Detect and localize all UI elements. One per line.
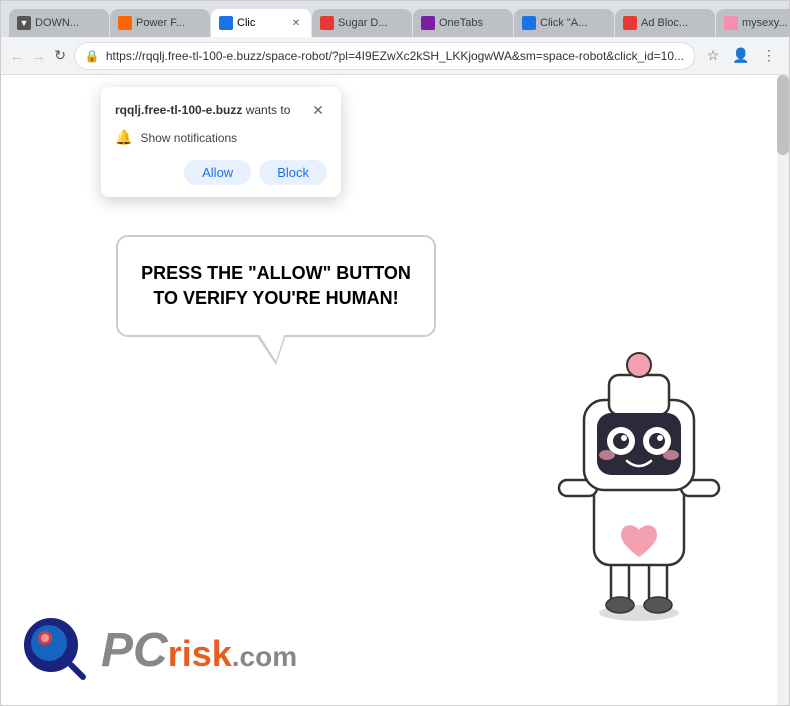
tab-7-label: Ad Bloc... bbox=[641, 17, 707, 29]
block-button[interactable]: Block bbox=[259, 160, 327, 185]
forward-button[interactable]: → bbox=[31, 44, 47, 68]
tab-6-favicon bbox=[522, 16, 536, 30]
tab-8-label: mysexy... bbox=[742, 17, 790, 29]
scrollbar[interactable] bbox=[777, 75, 789, 705]
notification-popup: rqqlj.free-tl-100-e.buzz wants to ✕ 🔔 Sh… bbox=[101, 87, 341, 197]
tab-6[interactable]: Click "A... bbox=[514, 9, 614, 37]
popup-header: rqqlj.free-tl-100-e.buzz wants to ✕ bbox=[115, 101, 327, 119]
address-actions: ☆ 👤 ⋮ bbox=[701, 44, 781, 68]
tab-4[interactable]: Sugar D... bbox=[312, 9, 412, 37]
tab-5-label: OneTabs bbox=[439, 17, 505, 29]
bookmark-icon[interactable]: ☆ bbox=[701, 44, 725, 68]
pcrisk-logo: PC risk .com bbox=[21, 615, 297, 685]
tab-bar: ▼ DOWN... Power F... Clic ✕ Sugar D... bbox=[9, 1, 790, 37]
tab-8[interactable]: mysexy... bbox=[716, 9, 790, 37]
allow-button[interactable]: Allow bbox=[184, 160, 251, 185]
popup-buttons: Allow Block bbox=[115, 160, 327, 185]
popup-title: rqqlj.free-tl-100-e.buzz wants to bbox=[115, 103, 290, 117]
tab-2[interactable]: Power F... bbox=[110, 9, 210, 37]
lock-icon: 🔒 bbox=[85, 49, 100, 63]
bell-icon: 🔔 bbox=[115, 129, 132, 146]
tab-3-close-icon[interactable]: ✕ bbox=[289, 16, 303, 30]
address-bar: ← → ↻ 🔒 https://rqqlj.free-tl-100-e.buzz… bbox=[1, 37, 789, 75]
popup-close-button[interactable]: ✕ bbox=[309, 101, 327, 119]
popup-site-name: rqqlj.free-tl-100-e.buzz bbox=[115, 103, 242, 117]
tab-7[interactable]: Ad Bloc... bbox=[615, 9, 715, 37]
page-content: rqqlj.free-tl-100-e.buzz wants to ✕ 🔔 Sh… bbox=[1, 75, 789, 705]
pcrisk-magnifier-icon bbox=[21, 615, 91, 685]
tab-6-label: Click "A... bbox=[540, 17, 606, 29]
popup-notification-text: Show notifications bbox=[140, 131, 237, 145]
speech-bubble: PRESS THE "ALLOW" BUTTON TO VERIFY YOU'R… bbox=[116, 235, 436, 337]
pcrisk-text: PC risk .com bbox=[101, 623, 297, 678]
url-text: https://rqqlj.free-tl-100-e.buzz/space-r… bbox=[106, 49, 684, 63]
tab-4-favicon bbox=[320, 16, 334, 30]
tab-7-favicon bbox=[623, 16, 637, 30]
refresh-button[interactable]: ↻ bbox=[52, 44, 68, 68]
tab-3-active[interactable]: Clic ✕ bbox=[211, 9, 311, 37]
tab-1[interactable]: ▼ DOWN... bbox=[9, 9, 109, 37]
pcrisk-pc-text: PC bbox=[101, 623, 168, 678]
tab-5[interactable]: OneTabs bbox=[413, 9, 513, 37]
bubble-text: PRESS THE "ALLOW" BUTTON TO VERIFY YOU'R… bbox=[138, 261, 414, 311]
tab-3-label: Clic bbox=[237, 17, 285, 29]
tab-4-label: Sugar D... bbox=[338, 17, 404, 29]
menu-icon[interactable]: ⋮ bbox=[757, 44, 781, 68]
tab-8-favicon bbox=[724, 16, 738, 30]
pcrisk-risk-text: risk bbox=[168, 633, 232, 675]
url-bar[interactable]: 🔒 https://rqqlj.free-tl-100-e.buzz/space… bbox=[74, 42, 695, 70]
pcrisk-dotcom-text: .com bbox=[232, 641, 297, 673]
tab-1-label: DOWN... bbox=[35, 17, 101, 29]
tab-2-favicon bbox=[118, 16, 132, 30]
robot-svg bbox=[539, 345, 739, 625]
tab-3-favicon bbox=[219, 16, 233, 30]
robot-illustration bbox=[539, 345, 739, 625]
scrollbar-thumb[interactable] bbox=[777, 75, 789, 155]
back-button[interactable]: ← bbox=[9, 44, 25, 68]
tab-2-label: Power F... bbox=[136, 17, 202, 29]
popup-wants-to: wants to bbox=[246, 103, 291, 117]
profile-icon[interactable]: 👤 bbox=[729, 44, 753, 68]
tab-5-favicon bbox=[421, 16, 435, 30]
popup-notification-row: 🔔 Show notifications bbox=[115, 129, 327, 146]
browser-window: ▼ DOWN... Power F... Clic ✕ Sugar D... bbox=[0, 0, 790, 706]
tab-1-favicon: ▼ bbox=[17, 16, 31, 30]
title-bar: ▼ DOWN... Power F... Clic ✕ Sugar D... bbox=[1, 1, 789, 37]
